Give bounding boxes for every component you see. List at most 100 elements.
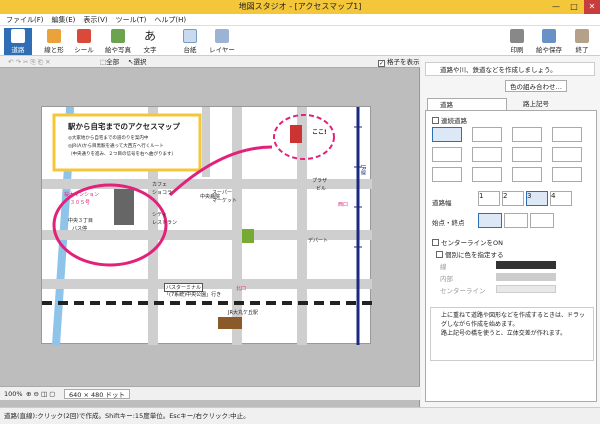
line-color-label: 線	[440, 263, 447, 271]
road-style-9[interactable]	[432, 167, 462, 182]
main-toolbar: 道路 線と形 シール 絵や写真 あ文字 台紙 レイヤー 印刷 絵や保存 終了	[0, 26, 600, 56]
maximize-button[interactable]: □	[566, 0, 582, 14]
road-style-2[interactable]	[472, 127, 502, 142]
road-tool-button[interactable]: 道路	[4, 28, 32, 55]
picture-icon	[111, 29, 125, 43]
tab-road-marks[interactable]: 路上記号	[511, 99, 591, 110]
shape-tool-label: 線と形	[44, 46, 64, 54]
centerline-label: センターラインをON	[441, 239, 503, 247]
save-icon	[542, 29, 556, 43]
custom-color-checkbox[interactable]: 個別に色を指定する	[436, 249, 504, 259]
tab-road[interactable]: 道路	[427, 98, 507, 110]
line-color-swatch[interactable]	[496, 261, 556, 269]
property-panel: 道路や川、鉄道などを作成しましょう。 色の組み合わせ… 道路 路上記号 連続道路…	[421, 56, 600, 407]
width-value-3: 3	[527, 192, 532, 200]
select-label: 選択	[133, 58, 147, 66]
picture-tool-button[interactable]: 絵や写真	[102, 28, 134, 55]
linked-road-checkbox[interactable]: 連続道路	[432, 115, 467, 125]
supermarket-label: スーパー	[212, 190, 232, 196]
restaurant-label: シティ	[152, 212, 167, 218]
mount-icon	[183, 29, 197, 43]
door-icon	[575, 29, 589, 43]
width-value-2: 2	[503, 192, 508, 200]
width-value-4: 4	[551, 192, 556, 200]
menu-help[interactable]: ヘルプ(H)	[154, 14, 186, 25]
west-exit-label: 西口	[338, 202, 349, 208]
home-label: 桜木マンション	[64, 192, 100, 198]
custom-color-label: 個別に色を指定する	[445, 251, 504, 259]
menu-edit[interactable]: 編集(E)	[52, 14, 76, 25]
layer-tool-button[interactable]: レイヤー	[206, 28, 238, 55]
close-button[interactable]: ✕	[584, 0, 600, 14]
endpoint-flat[interactable]	[478, 213, 502, 228]
show-grid-label: 格子を表示	[387, 58, 420, 66]
canvas-area[interactable]: ↶ ↷ ✂ ⎘ ⎗ ✕ ⬚全部 ↖選択 ✓ 格子を表示 駅から自宅までのアクセス…	[0, 56, 420, 407]
width-option-4[interactable]: 4	[550, 191, 572, 206]
tip-2: 路上記号の橋を使うと、立体交差が作れます。	[441, 330, 567, 337]
linked-road-label: 連続道路	[441, 117, 467, 125]
map-note-1: ◎大家地から自宅までの道のりを案内中	[68, 136, 149, 141]
road-style-8[interactable]	[552, 147, 582, 162]
menu-view[interactable]: 表示(V)	[83, 14, 107, 25]
map-canvas[interactable]: 駅から自宅までのアクセスマップ ◎大家地から自宅までの道のりを案内中 ◎JR(A…	[41, 106, 372, 346]
menu-tools[interactable]: ツール(T)	[116, 14, 147, 25]
endpoint-square[interactable]	[530, 213, 554, 228]
inner-color-label: 内部	[440, 275, 453, 283]
road-style-5[interactable]	[432, 147, 462, 162]
north-exit-label: 北口	[236, 286, 247, 292]
width-option-3[interactable]: 3	[526, 191, 548, 206]
canvas-size: 640 × 480 ドット	[64, 389, 130, 399]
minimize-button[interactable]: —	[548, 0, 564, 14]
printer-icon	[510, 29, 524, 43]
zoom-controls[interactable]: ⊕ ⊖ ◫ ▢	[26, 387, 55, 401]
road-icon	[11, 29, 25, 43]
road-style-12[interactable]	[552, 167, 582, 182]
select-all-button[interactable]: ⬚全部	[100, 56, 119, 68]
color-combination-button[interactable]: 色の組み合わせ…	[505, 80, 567, 92]
status-bar: 道路(直線):クリック(2回)で作成。Shiftキー:15度単位。Escキー/右…	[0, 407, 600, 423]
road-style-11[interactable]	[512, 167, 542, 182]
rail-line-label: JR線	[360, 165, 366, 175]
undo-icon[interactable]: ↶ ↷ ✂ ⎘ ⎗ ✕	[8, 56, 51, 68]
print-button[interactable]: 印刷	[503, 28, 531, 55]
status-text: 道路(直線):クリック(2回)で作成。Shiftキー:15度単位。Escキー/右…	[4, 412, 250, 420]
save-picture-button[interactable]: 絵や保存	[533, 28, 565, 55]
endpoint-round[interactable]	[504, 213, 528, 228]
show-grid-checkbox[interactable]: ✓ 格子を表示	[378, 56, 420, 68]
home-room-label: ３０５号	[70, 200, 91, 206]
mount-tool-label: 台紙	[183, 46, 197, 54]
edit-toolbar: ↶ ↷ ✂ ⎘ ⎗ ✕ ⬚全部 ↖選択 ✓ 格子を表示	[0, 56, 420, 68]
select-all-label: 全部	[106, 58, 120, 66]
info-message: 道路や川、鉄道などを作成しましょう。	[425, 62, 595, 76]
tip-1: 上に重ねて道路や図形などを作成するときは、ドラッグしながら作成を始めます。	[441, 312, 586, 328]
road-style-10[interactable]	[472, 167, 502, 182]
centerline-checkbox[interactable]: センターラインをON	[432, 237, 503, 247]
inner-color-swatch[interactable]	[496, 273, 556, 281]
road-style-3[interactable]	[512, 127, 542, 142]
department-label: デパート	[308, 238, 329, 244]
cafe-label: カフェ	[152, 182, 168, 188]
text-tool-button[interactable]: あ文字	[136, 28, 164, 55]
text-tool-label: 文字	[143, 46, 157, 54]
map-note-3: （中央通りを進み、２つ目の信号を右へ曲がります）	[68, 152, 176, 157]
sticker-tool-button[interactable]: シール	[70, 28, 98, 55]
width-option-1[interactable]: 1	[478, 191, 500, 206]
tips-box: 上に重ねて道路や図形などを作成するときは、ドラッグしながら作成を始めます。 路上…	[430, 307, 594, 361]
picture-tool-label: 絵や写真	[105, 46, 131, 54]
map-title: 駅から自宅までのアクセスマップ	[68, 122, 180, 131]
road-style-4[interactable]	[552, 127, 582, 142]
road-style-1[interactable]	[432, 127, 462, 142]
width-option-2[interactable]: 2	[502, 191, 524, 206]
canvas-status: 100% ⊕ ⊖ ◫ ▢ 640 × 480 ドット	[0, 386, 420, 400]
centerline-color-swatch[interactable]	[496, 285, 556, 293]
menu-file[interactable]: ファイル(F)	[6, 14, 44, 25]
shape-tool-button[interactable]: 線と形	[40, 28, 68, 55]
exit-button[interactable]: 終了	[568, 28, 596, 55]
select-button[interactable]: ↖選択	[128, 56, 146, 68]
zoom-level[interactable]: 100%	[4, 387, 23, 401]
road-style-6[interactable]	[472, 147, 502, 162]
road-tool-label: 道路	[11, 46, 25, 54]
mount-tool-button[interactable]: 台紙	[176, 28, 204, 55]
road-style-7[interactable]	[512, 147, 542, 162]
endpoints-label: 始点・終点	[432, 219, 465, 227]
